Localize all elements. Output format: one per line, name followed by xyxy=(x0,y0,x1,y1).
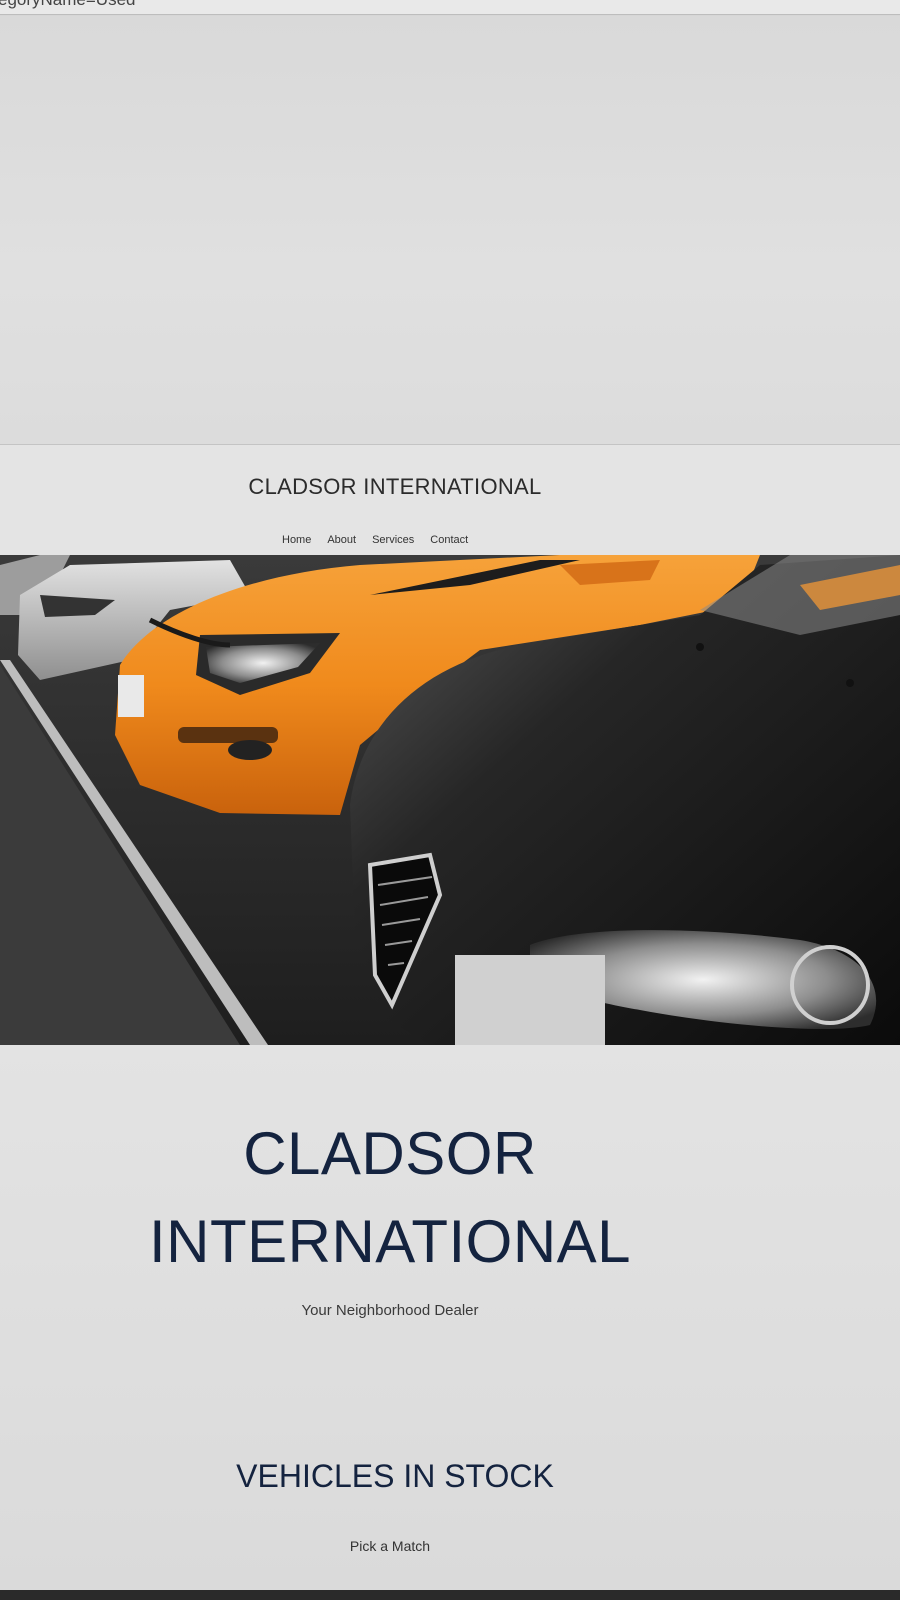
site-brand[interactable]: CLADSOR INTERNATIONAL xyxy=(0,474,790,500)
washer-jet-left xyxy=(696,643,704,651)
orange-car-plate xyxy=(118,675,144,717)
orange-car-intake xyxy=(178,727,278,743)
washer-jet-right xyxy=(846,679,854,687)
section-title: VEHICLES IN STOCK xyxy=(236,1458,554,1494)
page-title: CLADSOR INTERNATIONAL xyxy=(0,1110,780,1286)
address-bar[interactable]: egoryName=Used xyxy=(0,0,900,15)
nav-contact[interactable]: Contact xyxy=(430,534,468,546)
nav-about[interactable]: About xyxy=(327,534,356,546)
nav-services[interactable]: Services xyxy=(372,534,414,546)
page: egoryName=Used CLADSOR INTERNATIONAL Hom… xyxy=(0,0,900,1600)
hero-image xyxy=(0,555,900,1045)
page-title-line-2: INTERNATIONAL xyxy=(148,1208,632,1275)
address-bar-text: egoryName=Used xyxy=(0,0,136,9)
monitor-bottom-edge xyxy=(0,1590,900,1600)
orange-car-foglight xyxy=(228,740,272,760)
section-subtitle: Pick a Match xyxy=(349,1538,431,1554)
page-title-line-1: CLADSOR xyxy=(243,1120,537,1187)
main-nav: Home About Services Contact xyxy=(282,534,468,546)
nav-home[interactable]: Home xyxy=(282,534,311,546)
black-car-plate xyxy=(455,955,605,1045)
blank-top-area xyxy=(0,16,900,444)
tagline: Your Neighborhood Dealer xyxy=(301,1302,479,1319)
cars-illustration xyxy=(0,555,900,1045)
